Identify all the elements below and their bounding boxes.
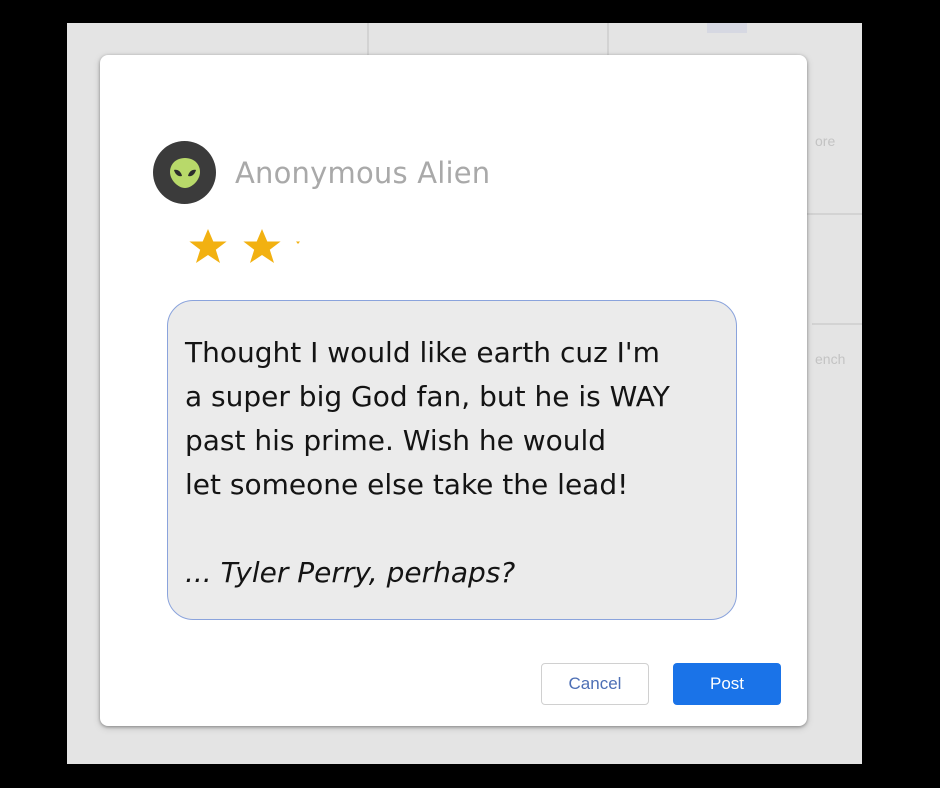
- background-label: ench: [815, 351, 846, 367]
- review-text-line: past his prime. Wish he would: [185, 424, 607, 457]
- background-label: ore: [815, 133, 836, 149]
- alien-icon: [169, 157, 200, 188]
- review-dialog: Anonymous Alien Thought I would like ear…: [100, 55, 807, 726]
- review-text-line: let someone else take the lead!: [185, 468, 629, 501]
- partial-star-icon[interactable]: [294, 225, 302, 269]
- star-icon[interactable]: [186, 225, 230, 269]
- post-button[interactable]: Post: [673, 663, 781, 705]
- cancel-button[interactable]: Cancel: [541, 663, 649, 705]
- avatar: [153, 141, 216, 204]
- review-text-line: Thought I would like earth cuz I'm: [185, 336, 660, 369]
- author-name: Anonymous Alien: [235, 156, 491, 190]
- star-icon[interactable]: [240, 225, 284, 269]
- review-text-box[interactable]: Thought I would like earth cuz I'm a sup…: [167, 300, 737, 620]
- review-signoff: ... Tyler Perry, perhaps?: [185, 556, 516, 589]
- review-text-line: a super big God fan, but he is WAY: [185, 380, 670, 413]
